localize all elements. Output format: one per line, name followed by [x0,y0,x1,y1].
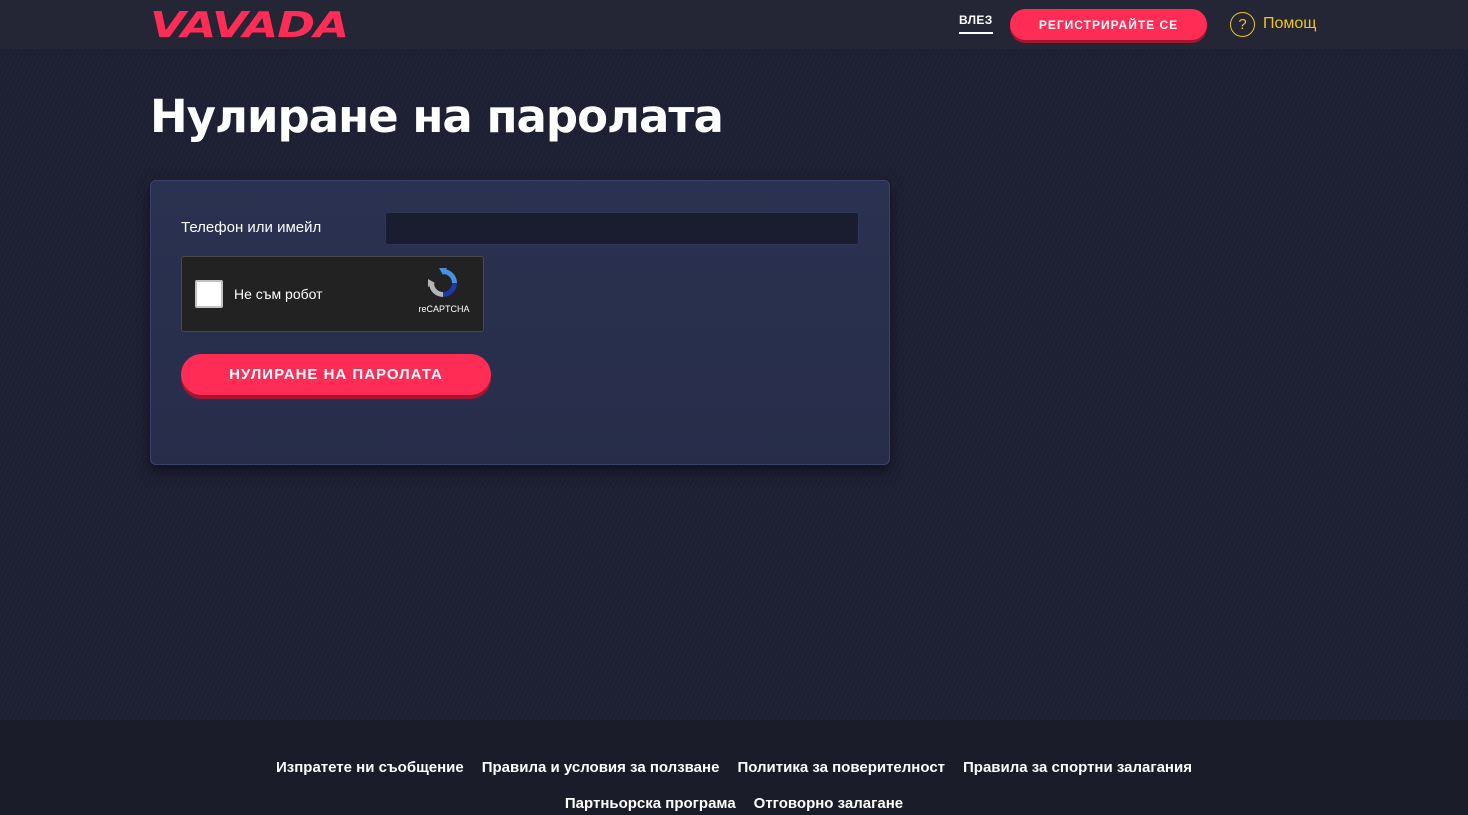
recaptcha-widget: Не съм робот reCAPTCHA [181,256,484,332]
footer-link-contact[interactable]: Изпратете ни съобщение [276,759,464,776]
footer-link-responsible[interactable]: Отговорно залагане [754,795,903,812]
reset-password-form: Телефон или имейл Не съм робот reCAPTCHA… [150,180,890,465]
footer-links-row-2: Партньорска програма Отговорно залагане [0,795,1468,812]
recaptcha-checkbox[interactable] [195,280,223,308]
recaptcha-label: Не съм робот [234,286,323,302]
footer: Изпратете ни съобщение Правила и условия… [0,720,1468,815]
top-header: VAVADA ВЛЕЗ РЕГИСТРИРАЙТЕ СЕ ? Помощ [0,0,1468,49]
footer-link-sports-rules[interactable]: Правила за спортни залагания [963,759,1192,776]
register-button[interactable]: РЕГИСТРИРАЙТЕ СЕ [1010,9,1207,40]
question-circle-icon: ? [1230,11,1255,37]
footer-link-privacy[interactable]: Политика за поверителност [737,759,945,776]
page-title: Нулиране на паролата [150,90,724,143]
recaptcha-brand: reCAPTCHA [418,304,470,314]
footer-link-terms[interactable]: Правила и условия за ползване [482,759,720,776]
phone-email-label: Телефон или имейл [181,219,322,236]
footer-link-affiliate[interactable]: Партньорска програма [565,795,736,812]
logo-text: VAVADA [150,6,348,40]
recaptcha-icon [428,268,457,297]
vavada-logo[interactable]: VAVADA [150,6,350,40]
reset-password-button[interactable]: НУЛИРАНЕ НА ПАРОЛАТА [181,354,491,395]
help-link[interactable]: ? Помощ [1230,11,1316,37]
help-label: Помощ [1263,15,1317,32]
login-link[interactable]: ВЛЕЗ [959,13,993,34]
phone-email-input[interactable] [385,212,859,245]
footer-links-row-1: Изпратете ни съобщение Правила и условия… [0,759,1468,776]
